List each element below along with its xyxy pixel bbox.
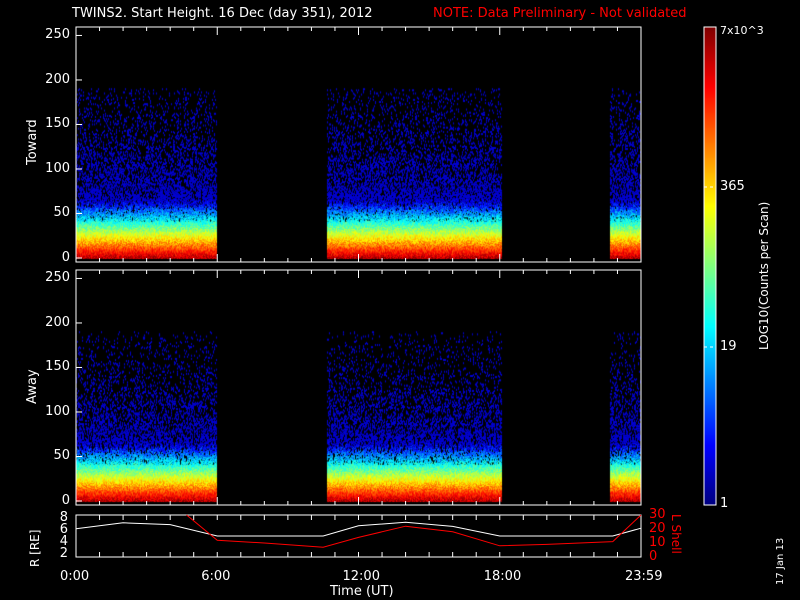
xtick-label: 0:00 bbox=[60, 569, 90, 584]
panel-frame bbox=[75, 26, 642, 263]
panel2-ylabel: Away bbox=[25, 369, 40, 404]
panel-frame bbox=[75, 269, 642, 506]
plot-title: TWINS2. Start Height. 16 Dec (day 351), … bbox=[72, 6, 373, 21]
ytick-label: 250 bbox=[45, 270, 70, 286]
xtick-label: 18:00 bbox=[483, 569, 522, 584]
orbit-y2tick-label: 0 bbox=[649, 549, 658, 564]
ytick-label: 100 bbox=[45, 403, 70, 419]
ytick-label: 150 bbox=[45, 116, 70, 132]
ytick-label: 0 bbox=[61, 493, 70, 508]
r-line bbox=[75, 521, 642, 537]
orbit-y2tick-label: 30 bbox=[649, 507, 666, 522]
ytick-label: 50 bbox=[53, 205, 70, 221]
preliminary-note: NOTE: Data Preliminary - Not validated bbox=[433, 6, 687, 21]
xlabel: Time (UT) bbox=[330, 584, 394, 599]
colorbar-tick-label: 1 bbox=[720, 496, 729, 511]
panel1-ylabel: Toward bbox=[25, 119, 40, 165]
ytick-label: 200 bbox=[45, 71, 70, 87]
ytick-label: 100 bbox=[45, 160, 70, 176]
ytick-label: 0 bbox=[61, 250, 70, 265]
colorbar-tick-label: 19 bbox=[720, 339, 737, 354]
orbit-y2label: L Shell bbox=[669, 514, 683, 554]
colorbar-label: LOG10(Counts per Scan) bbox=[757, 201, 771, 350]
ytick-label: 200 bbox=[45, 314, 70, 330]
colorbar-tick-label: 365 bbox=[720, 179, 745, 194]
orbit-y2tick-label: 20 bbox=[649, 521, 666, 536]
xtick-label: 23:59 bbox=[625, 569, 663, 584]
orbit-y2tick-label: 10 bbox=[649, 535, 666, 550]
xtick-label: 12:00 bbox=[342, 569, 380, 584]
ytick-label: 250 bbox=[45, 27, 70, 43]
ytick-label: 50 bbox=[53, 448, 70, 464]
orbit-ylabel: R [RE] bbox=[28, 529, 42, 567]
colorbar-frame bbox=[703, 26, 717, 506]
ytick-label: 150 bbox=[45, 359, 70, 375]
lshell-line bbox=[186, 514, 642, 548]
date-stamp: 17 Jan 13 bbox=[775, 537, 786, 585]
orbit-ytick-label: 8 bbox=[59, 510, 68, 525]
colorbar-tick-label-max: 7x10^3 bbox=[720, 24, 764, 37]
xtick-label: 6:00 bbox=[201, 569, 231, 584]
plot-axes bbox=[75, 26, 717, 558]
